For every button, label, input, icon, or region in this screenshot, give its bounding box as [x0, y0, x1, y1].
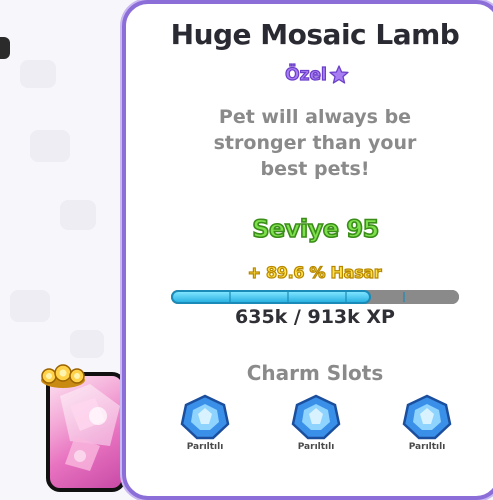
xp-tick	[229, 292, 231, 302]
charm-slot-3[interactable]: Parıltılı	[397, 394, 457, 452]
pet-name: Huge Mosaic Lamb	[170, 18, 460, 51]
pet-description: Pet will always be stronger than your be…	[213, 106, 417, 180]
xp-tick	[403, 292, 405, 302]
damage-bonus: + 89.6 % Hasar	[247, 262, 382, 282]
charm-slot-label: Parıltılı	[408, 442, 446, 452]
rarity-badge: Özel	[272, 62, 362, 88]
charm-slot-label: Parıltılı	[186, 442, 224, 452]
charm-slot-label: Parıltılı	[297, 442, 335, 452]
xp-tick	[287, 292, 289, 302]
blue-gem-icon	[291, 394, 341, 440]
xp-tick	[345, 292, 347, 302]
huge-crown-icon	[41, 364, 85, 388]
xp-fill	[171, 290, 372, 304]
charm-slot-2[interactable]: Parıltılı	[286, 394, 346, 452]
charm-slot-1[interactable]: Parıltılı	[175, 394, 235, 452]
pet-thumbnail[interactable]	[46, 372, 126, 492]
rarity-label: Özel	[285, 64, 328, 85]
blue-gem-icon	[402, 394, 452, 440]
left-edge-tab	[0, 37, 10, 59]
level-label: Seviye 95	[251, 214, 380, 244]
mosaic-lamb-icon	[60, 384, 120, 471]
star-icon	[329, 65, 349, 84]
xp-progress-bar	[171, 290, 459, 304]
charm-slots-title: Charm Slots	[246, 361, 384, 385]
xp-text: 635k / 913k XP	[235, 306, 395, 328]
blue-gem-icon	[180, 394, 230, 440]
